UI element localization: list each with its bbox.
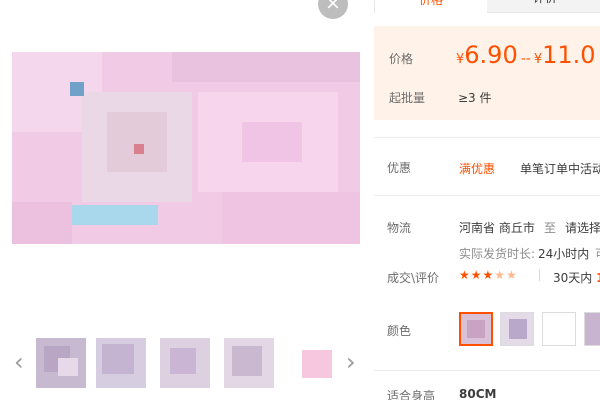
moq-label: 起批量 <box>389 91 426 105</box>
color-swatch-pink[interactable] <box>459 312 493 346</box>
ship-time-label: 实际发货时长: <box>459 247 536 261</box>
divider <box>374 137 600 138</box>
moq-value: ≥3 件 <box>458 91 492 105</box>
tab-reviews[interactable]: 评价 <box>489 0 600 13</box>
destination-select[interactable]: 请选择 <box>565 219 600 236</box>
deal-number: 1 <box>596 271 600 285</box>
thumbnail[interactable] <box>224 338 274 388</box>
price-label: 价格 <box>389 52 414 66</box>
price-low: 6.90 <box>464 41 518 69</box>
ship-time-extra: 可 <box>595 245 600 262</box>
gallery-prev-icon[interactable]: ‹ <box>14 350 24 374</box>
size-label: 适合身高 <box>387 389 436 400</box>
rating-stars[interactable]: ★★★★★ <box>459 268 518 282</box>
star-icon: ★★★ <box>459 268 495 282</box>
detail-tabs: 价格 评价 <box>374 0 600 13</box>
thumbnail-strip <box>36 338 338 388</box>
deal-prefix: 30天内 <box>553 271 593 285</box>
promotion-label: 优惠 <box>387 161 412 175</box>
star-empty-icon: ★★ <box>494 268 518 282</box>
price-separator: -- <box>520 51 531 67</box>
reviews-label: 成交\评价 <box>387 271 440 285</box>
color-swatch-white[interactable] <box>542 312 576 346</box>
divider <box>374 370 600 371</box>
ship-time-value: 24小时内 <box>538 247 590 261</box>
deal-count: 30天内 1 <box>553 269 600 286</box>
size-option[interactable]: 80CM <box>459 387 496 400</box>
logistics-origin: 河南省 商丘市 <box>459 221 535 235</box>
color-label: 颜色 <box>387 324 412 338</box>
promotion-text: 单笔订单中活动 <box>520 162 600 176</box>
close-icon[interactable]: × <box>318 0 348 19</box>
logistics-label: 物流 <box>387 221 412 235</box>
divider <box>374 195 600 196</box>
thumbnail[interactable] <box>160 338 210 388</box>
tab-price[interactable]: 价格 <box>375 0 487 13</box>
color-swatch-lavender[interactable] <box>500 312 534 346</box>
thumbnail[interactable] <box>36 338 86 388</box>
currency-symbol: ¥ <box>533 52 543 67</box>
thumbnail[interactable] <box>298 338 338 388</box>
promotion-tag[interactable]: 满优惠 <box>459 160 495 177</box>
product-detail-page: × ‹ › 价格 评价 <box>0 0 600 400</box>
price-high: 11.0 <box>542 41 596 69</box>
gallery-next-icon[interactable]: › <box>346 350 356 374</box>
color-swatch-mixed[interactable] <box>584 312 600 346</box>
logistics-to: 至 <box>544 221 557 235</box>
main-product-image[interactable] <box>12 52 360 244</box>
price-range: ¥6.90 -- ¥11.0 <box>456 41 596 69</box>
thumbnail[interactable] <box>96 338 146 388</box>
divider <box>539 269 540 281</box>
